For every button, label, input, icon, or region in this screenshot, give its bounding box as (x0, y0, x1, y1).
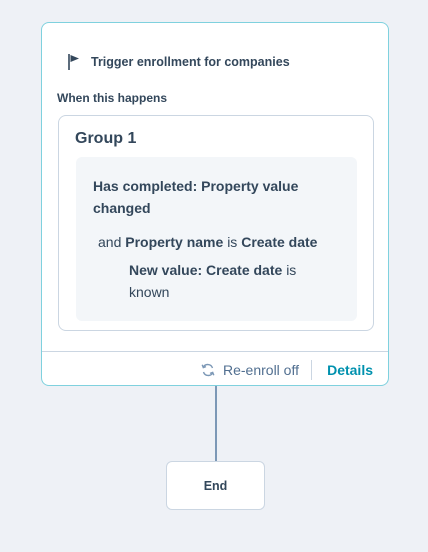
refresh-icon (201, 363, 215, 377)
trigger-title: Trigger enrollment for companies (91, 55, 290, 69)
flag-icon (67, 53, 83, 71)
new-value-label: New value: Create date (129, 262, 283, 278)
group-title: Group 1 (75, 130, 137, 147)
is-word: is (227, 234, 238, 250)
filter-new-value-condition: New value: Create date is known (129, 259, 339, 303)
filter-property-condition: and Property name is Create date (98, 231, 317, 253)
filter-event: Has completed: Property value changed (93, 178, 299, 216)
property-value: Create date (241, 234, 318, 250)
reenroll-toggle[interactable]: Re-enroll off (201, 362, 299, 378)
trigger-header: Trigger enrollment for companies (67, 53, 290, 71)
trigger-footer: Re-enroll off Details (42, 351, 388, 386)
reenroll-label: Re-enroll off (222, 362, 299, 378)
and-prefix: and (98, 234, 122, 250)
filter-criteria[interactable]: Has completed: Property value changed an… (76, 157, 357, 321)
footer-divider (311, 360, 312, 380)
when-this-happens-label: When this happens (57, 91, 168, 105)
enrollment-group[interactable]: Group 1 Has completed: Property value ch… (58, 115, 374, 331)
details-link[interactable]: Details (327, 362, 373, 378)
trigger-card[interactable]: Trigger enrollment for companies When th… (41, 22, 389, 386)
property-name-label: Property name (125, 234, 224, 250)
end-node[interactable]: End (166, 461, 265, 510)
flow-connector (215, 386, 217, 461)
